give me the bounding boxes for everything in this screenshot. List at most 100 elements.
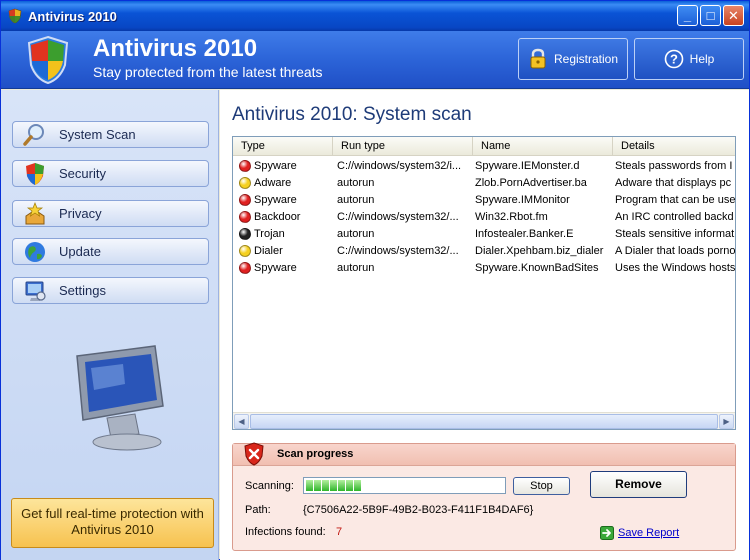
status-dot-icon	[239, 244, 251, 257]
scanning-label: Scanning:	[245, 480, 294, 492]
scan-progress-title: Scan progress	[277, 448, 354, 460]
row-details: Steals sensitive informat	[615, 227, 735, 240]
privacy-icon	[21, 201, 49, 227]
scroll-right-icon[interactable]: ▶	[719, 414, 734, 429]
maximize-button[interactable]: □	[700, 5, 721, 26]
progress-segment	[354, 480, 361, 491]
row-run-type: autorun	[337, 227, 375, 240]
scan-progress-panel: Scan progress Scanning: Stop Remove Path…	[232, 442, 736, 551]
monitor-illustration	[76, 345, 164, 451]
shield-icon	[8, 8, 22, 24]
app-header: Antivirus 2010 Stay protected from the l…	[1, 31, 749, 89]
help-label: Help	[689, 52, 715, 66]
status-dot-icon	[239, 261, 251, 274]
promo-banner[interactable]: Get full real-time protection with Antiv…	[11, 498, 214, 548]
title-bar[interactable]: Antivirus 2010 _ □ ✕	[1, 1, 749, 31]
row-details: An IRC controlled backd	[615, 210, 734, 223]
row-name: Spyware.IEMonster.d	[475, 159, 580, 172]
settings-icon	[21, 278, 49, 304]
magnifier-icon	[21, 122, 49, 148]
path-value: {C7506A22-5B9F-49B2-B023-F411F1B4DAF6}	[303, 504, 534, 516]
column-header-type[interactable]: Type	[233, 137, 333, 156]
table-row[interactable]: Spyware autorun Spyware.IMMonitor Progra…	[233, 191, 735, 208]
main-panel: Antivirus 2010: System scan Type Run typ…	[220, 90, 749, 560]
row-name: Infostealer.Banker.E	[475, 227, 574, 240]
row-run-type: autorun	[337, 193, 375, 206]
column-header-run-type[interactable]: Run type	[333, 137, 473, 156]
arrow-right-icon	[600, 526, 614, 540]
row-type: Spyware	[254, 261, 297, 274]
row-type: Trojan	[254, 227, 285, 240]
globe-icon	[21, 239, 49, 265]
path-label: Path:	[245, 504, 271, 516]
remove-button[interactable]: Remove	[590, 471, 687, 498]
app-window: Antivirus 2010 _ □ ✕ Antivirus 2010 Stay…	[0, 0, 750, 560]
row-name: Spyware.IMMonitor	[475, 193, 570, 206]
row-details: Adware that displays pc	[615, 176, 732, 189]
progress-segment	[346, 480, 353, 491]
row-type: Spyware	[254, 193, 297, 206]
threat-list[interactable]: Type Run type Name Details Spyware C://w…	[232, 136, 736, 430]
save-report-label: Save Report	[618, 527, 680, 539]
scan-progress-bar	[303, 477, 506, 494]
shield-icon	[21, 161, 49, 187]
close-button[interactable]: ✕	[723, 5, 744, 26]
row-name: Spyware.KnownBadSites	[475, 261, 599, 274]
sidebar-item-settings[interactable]: Settings	[12, 277, 209, 304]
row-details: Program that can be use	[615, 193, 735, 206]
row-details: A Dialer that loads porno	[615, 244, 735, 257]
table-row[interactable]: Spyware C://windows/system32/i... Spywar…	[233, 157, 735, 174]
minimize-button[interactable]: _	[677, 5, 698, 26]
row-run-type: C://windows/system32/...	[337, 244, 459, 257]
infections-label: Infections found:	[245, 526, 326, 538]
list-header: Type Run type Name Details	[233, 137, 735, 156]
help-button[interactable]: ? Help	[634, 38, 744, 80]
sidebar-item-system-scan[interactable]: System Scan	[12, 121, 209, 148]
progress-segment	[314, 480, 321, 491]
row-details: Uses the Windows hosts	[615, 261, 735, 274]
status-dot-icon	[239, 193, 251, 206]
row-name: Win32.Rbot.fm	[475, 210, 548, 223]
row-type: Backdoor	[254, 210, 301, 223]
row-type: Spyware	[254, 159, 297, 172]
progress-segment	[306, 480, 313, 491]
sidebar-item-label: Update	[59, 244, 101, 259]
registration-button[interactable]: Registration	[518, 38, 628, 80]
row-run-type: autorun	[337, 261, 375, 274]
status-dot-icon	[239, 227, 251, 240]
column-header-details[interactable]: Details	[613, 137, 735, 156]
status-dot-icon	[239, 176, 251, 189]
row-type: Dialer	[254, 244, 283, 257]
table-row[interactable]: Trojan autorun Infostealer.Banker.E Stea…	[233, 225, 735, 242]
sidebar-item-label: Security	[59, 166, 106, 181]
app-name: Antivirus 2010	[93, 35, 258, 62]
table-row[interactable]: Adware autorun Zlob.PornAdvertiser.ba Ad…	[233, 174, 735, 191]
infections-count: 7	[336, 526, 343, 538]
sidebar-item-label: Privacy	[59, 206, 102, 221]
row-run-type: autorun	[337, 176, 375, 189]
table-row[interactable]: Backdoor C://windows/system32/... Win32.…	[233, 208, 735, 225]
page-title: Antivirus 2010: System scan	[232, 104, 472, 125]
sidebar-item-update[interactable]: Update	[12, 238, 209, 265]
row-run-type: C://windows/system32/i...	[337, 159, 462, 172]
sidebar-item-privacy[interactable]: Privacy	[12, 200, 209, 227]
row-name: Dialer.Xpehbam.biz_dialer	[475, 244, 604, 257]
table-row[interactable]: Dialer C://windows/system32/... Dialer.X…	[233, 242, 735, 259]
window-title: Antivirus 2010	[28, 8, 117, 24]
progress-segment	[330, 480, 337, 491]
sidebar-item-label: Settings	[59, 283, 106, 298]
progress-segment	[322, 480, 329, 491]
horizontal-scrollbar[interactable]: ◀ ▶	[233, 412, 735, 429]
sidebar-item-security[interactable]: Security	[12, 160, 209, 187]
stop-button[interactable]: Stop	[513, 477, 570, 495]
lock-icon	[530, 48, 546, 69]
save-report-link[interactable]: Save Report	[600, 526, 679, 540]
help-icon: ?	[664, 49, 683, 69]
scroll-left-icon[interactable]: ◀	[234, 414, 249, 429]
svg-text:?: ?	[670, 52, 678, 67]
table-row[interactable]: Spyware autorun Spyware.KnownBadSites Us…	[233, 259, 735, 276]
column-header-name[interactable]: Name	[473, 137, 613, 156]
row-name: Zlob.PornAdvertiser.ba	[475, 176, 587, 189]
scrollbar-thumb[interactable]	[250, 414, 718, 429]
alert-shield-icon	[244, 442, 264, 466]
